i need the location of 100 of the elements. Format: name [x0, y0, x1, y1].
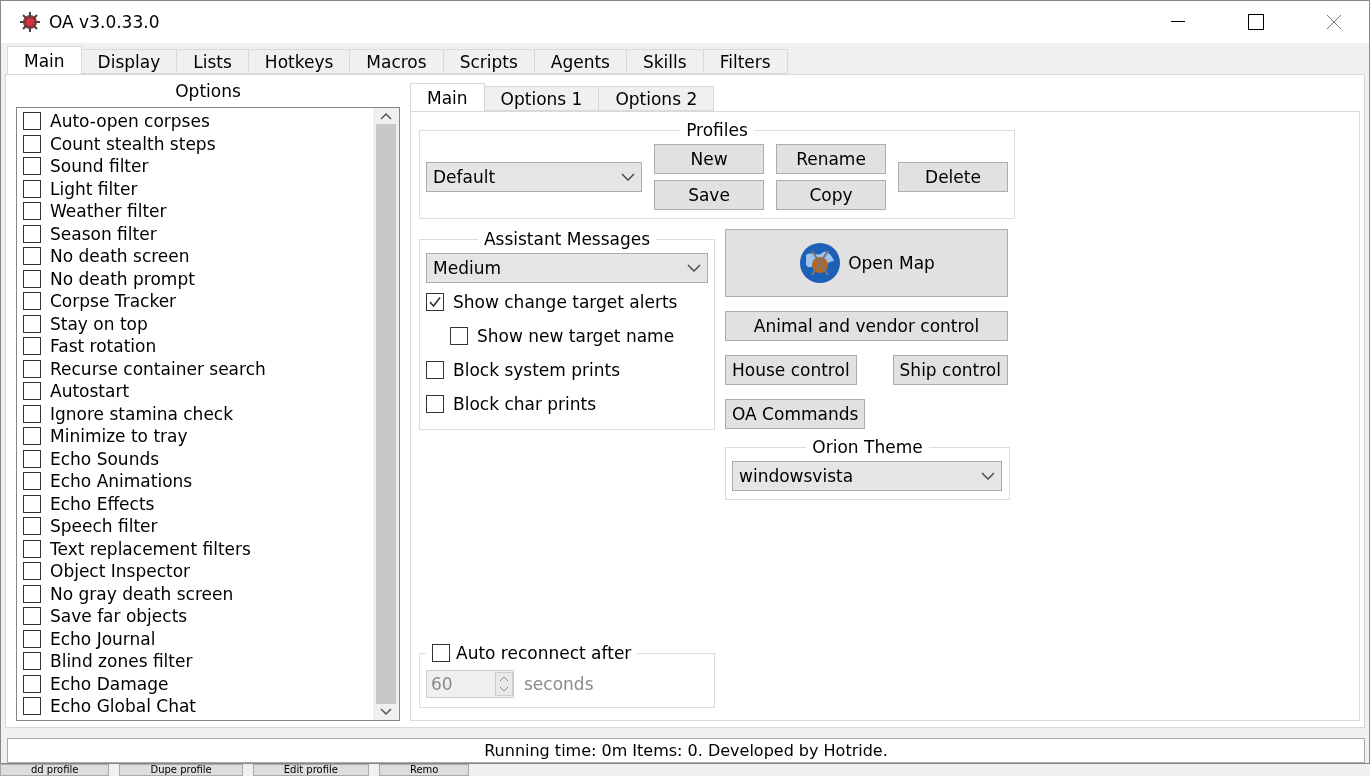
checkbox[interactable] [23, 112, 41, 131]
profile-button[interactable]: New [654, 144, 764, 174]
message-level-dropdown[interactable]: Medium [426, 253, 708, 283]
checkbox[interactable] [23, 314, 41, 333]
option-label: Season filter [50, 223, 157, 244]
checkbox-label: Show new target name [477, 326, 675, 346]
tab[interactable]: Hotkeys [247, 49, 351, 74]
option-label: Sound filter [50, 156, 149, 177]
checkbox[interactable] [23, 157, 41, 176]
tab[interactable]: Display [80, 49, 178, 74]
open-map-button[interactable]: Open Map [725, 229, 1008, 297]
option-label: No gray death screen [50, 583, 234, 604]
option-label: Echo Sounds [50, 448, 160, 469]
tab[interactable]: Filters [702, 49, 788, 74]
option-label: Object Inspector [50, 561, 191, 582]
profile-dropdown[interactable]: Default [426, 162, 642, 192]
tab[interactable]: Agents [533, 49, 627, 74]
option-label: Autostart [50, 381, 130, 402]
checkbox[interactable] [23, 449, 41, 468]
checkbox[interactable] [23, 697, 41, 716]
checkbox[interactable] [23, 134, 41, 153]
option-label: Recurse container search [50, 358, 266, 379]
control-button[interactable]: House control [725, 355, 857, 385]
seconds-label: seconds [524, 673, 594, 694]
checkbox[interactable] [23, 607, 41, 626]
delete-button[interactable]: Delete [898, 162, 1008, 192]
option-label: Echo Global Chat [50, 696, 197, 717]
option-label: Corpse Tracker [50, 291, 177, 312]
option-label: Echo Damage [50, 673, 169, 694]
checkbox[interactable] [23, 382, 41, 401]
control-button[interactable]: Animal and vendor control [725, 311, 1008, 341]
checkbox[interactable] [450, 327, 468, 345]
option-label: No death prompt [50, 268, 195, 289]
option-label: Ignore stamina check [50, 403, 234, 424]
status-text: Running time: 0m Items: 0. Developed by Hotride. [484, 740, 888, 760]
option-label: Light filter [50, 178, 138, 199]
control-button[interactable]: OA Commands [725, 399, 866, 429]
maximize-icon [1248, 14, 1264, 30]
checkbox[interactable] [23, 179, 41, 198]
checkbox[interactable] [23, 427, 41, 446]
tab[interactable]: Options 2 [598, 86, 715, 111]
scrollbar[interactable] [373, 108, 399, 720]
tab[interactable]: Skills [626, 49, 704, 74]
checkbox[interactable] [23, 562, 41, 581]
scroll-down-icon[interactable] [380, 707, 392, 716]
checkbox[interactable] [23, 292, 41, 311]
checkbox[interactable] [23, 202, 41, 221]
control-button[interactable]: Ship control [892, 355, 1008, 385]
option-label: Weather filter [50, 201, 167, 222]
scroll-up-icon[interactable] [380, 112, 392, 120]
checkbox[interactable] [23, 674, 41, 693]
checkbox[interactable] [23, 337, 41, 356]
checkbox[interactable] [23, 517, 41, 536]
group-title: Orion Theme [811, 437, 924, 457]
checkbox-label: Auto reconnect after [456, 643, 632, 664]
checkbox[interactable] [426, 361, 444, 379]
option-label: Echo Journal [50, 628, 156, 649]
checkbox[interactable] [426, 395, 444, 413]
option-label: Echo Effects [50, 493, 155, 514]
checkbox[interactable] [23, 269, 41, 288]
dropdown-caret-icon [621, 173, 635, 181]
globe-icon [798, 241, 843, 285]
tab[interactable]: Options 1 [483, 86, 600, 111]
option-label: Minimize to tray [50, 426, 188, 447]
checkbox[interactable] [23, 247, 41, 266]
scrollbar-thumb[interactable] [376, 124, 396, 704]
checkbox[interactable] [23, 404, 41, 423]
close-icon [1326, 14, 1342, 30]
checkbox[interactable] [23, 629, 41, 648]
checkbox[interactable] [23, 224, 41, 243]
option-label: Speech filter [50, 516, 158, 537]
profile-button[interactable]: Rename [776, 144, 886, 174]
window-title: OA v3.0.33.0 [49, 12, 161, 32]
tab[interactable]: Main [410, 83, 485, 111]
checkbox[interactable] [23, 584, 41, 603]
app-logo-icon [19, 11, 41, 33]
checkbox-label: Block char prints [453, 394, 597, 414]
checkbox-label: Block system prints [453, 360, 621, 380]
profile-button[interactable]: Copy [776, 180, 886, 210]
checkbox[interactable] [23, 652, 41, 671]
tab[interactable]: Main [7, 46, 82, 74]
checkbox[interactable] [23, 359, 41, 378]
dropdown-caret-icon [981, 472, 995, 480]
tab[interactable]: Scripts [442, 49, 535, 74]
theme-dropdown[interactable]: windowsvista [732, 461, 1002, 491]
minimize-icon [1171, 21, 1185, 23]
option-label: Auto-open corpses [50, 111, 210, 132]
checkbox[interactable] [23, 472, 41, 491]
option-label: No death screen [50, 246, 190, 267]
option-label: Count stealth steps [50, 133, 216, 154]
profile-button[interactable]: Save [654, 180, 764, 210]
checkbox[interactable] [426, 293, 444, 311]
option-label: Blind zones filter [50, 651, 193, 672]
group-title: Assistant Messages [482, 229, 652, 249]
tab[interactable]: Macros [349, 49, 444, 74]
tab[interactable]: Lists [176, 49, 249, 74]
option-label: Fast rotation [50, 336, 157, 357]
checkbox-label: Show change target alerts [453, 292, 678, 312]
checkbox[interactable] [23, 539, 41, 558]
checkbox[interactable] [23, 494, 41, 513]
